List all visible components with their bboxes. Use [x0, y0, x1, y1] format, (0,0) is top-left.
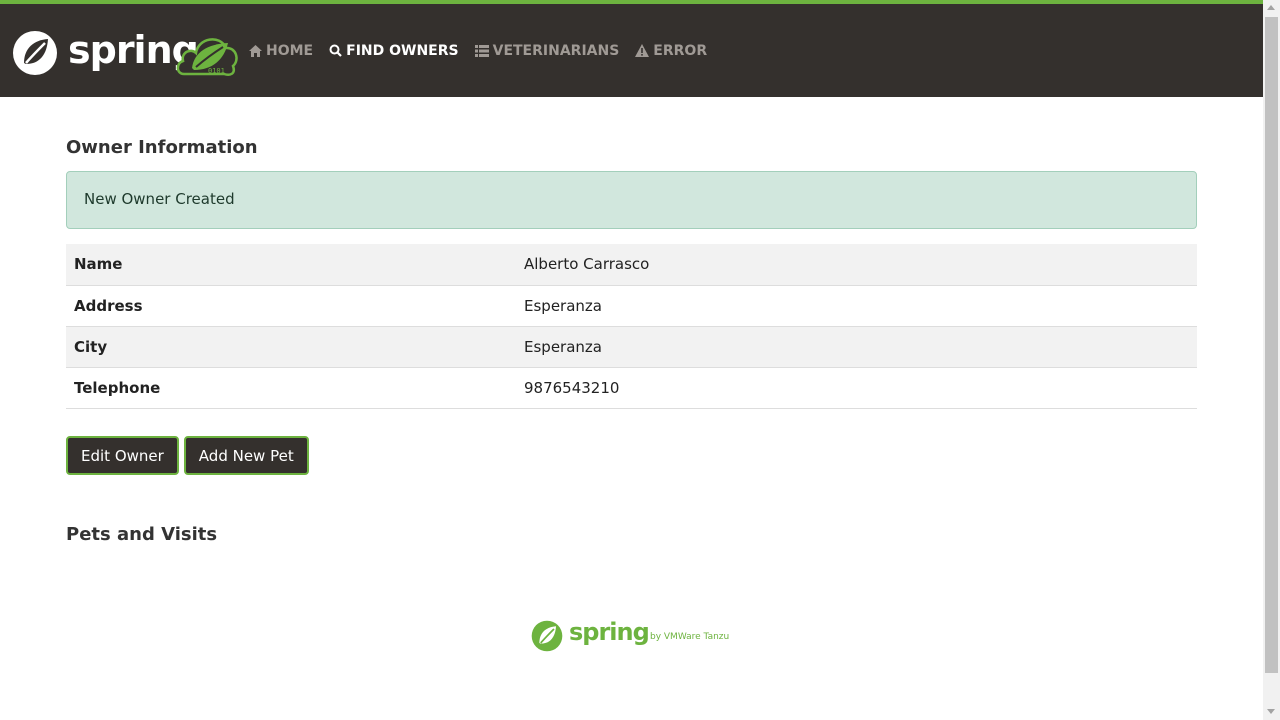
list-icon [474, 44, 489, 57]
nav-home-label: HOME [266, 42, 314, 59]
row-value: Esperanza [516, 326, 1197, 368]
row-label: Address [66, 285, 516, 327]
brand-badge-text: 0101 [208, 67, 225, 75]
row-value: 9876543210 [516, 367, 1197, 409]
success-alert: New Owner Created [66, 171, 1197, 229]
footer-logo: spring by VMWare Tanzu [531, 618, 741, 654]
row-value: Esperanza [516, 285, 1197, 327]
home-icon [249, 44, 262, 57]
search-icon [329, 44, 342, 57]
cloud-leaf-badge-icon: 0101 [176, 38, 238, 76]
row-label: Name [66, 244, 516, 286]
footer-by-text: by VMWare Tanzu [650, 632, 730, 642]
nav-error[interactable]: ERROR [635, 43, 707, 59]
warning-icon [635, 44, 650, 57]
table-row: Telephone 9876543210 [66, 367, 1197, 409]
nav-find-owners[interactable]: FIND OWNERS [329, 42, 459, 59]
nav-home[interactable]: HOME [249, 43, 313, 59]
edit-owner-button[interactable]: Edit Owner [66, 436, 179, 475]
table-row: City Esperanza [66, 326, 1197, 368]
page: spring 0101 HOME FIND OWNERS VETERINARIA… [0, 0, 1263, 720]
spring-leaf-footer-icon [531, 620, 563, 652]
footer-logo-text: spring [569, 618, 650, 646]
scroll-up-arrow-icon[interactable] [1267, 5, 1275, 10]
nav-error-label: ERROR [653, 42, 708, 59]
scroll-thumb[interactable] [1265, 17, 1278, 673]
row-value: Alberto Carrasco [516, 244, 1197, 286]
pets-and-visits-heading: Pets and Visits [66, 524, 218, 545]
nav-veterinarians-label: VETERINARIANS [492, 42, 620, 59]
owner-details-table: Name Alberto Carrasco Address Esperanza … [66, 244, 1197, 409]
table-row: Name Alberto Carrasco [66, 244, 1197, 286]
owner-information-heading: Owner Information [66, 137, 258, 158]
nav-find-owners-label: FIND OWNERS [346, 42, 459, 59]
main-nav: HOME FIND OWNERS VETERINARIANS ERROR [249, 4, 723, 97]
row-label: Telephone [66, 367, 516, 409]
vertical-scrollbar[interactable] [1263, 0, 1280, 720]
spring-leaf-icon [13, 31, 57, 75]
row-label: City [66, 326, 516, 368]
table-row: Address Esperanza [66, 285, 1197, 327]
scroll-down-arrow-icon[interactable] [1267, 709, 1275, 714]
navbar: spring 0101 HOME FIND OWNERS VETERINARIA… [0, 4, 1263, 97]
brand-logo[interactable]: spring 0101 [12, 28, 240, 78]
add-new-pet-button[interactable]: Add New Pet [183, 436, 309, 475]
nav-veterinarians[interactable]: VETERINARIANS [474, 42, 620, 59]
owner-actions: Edit Owner Add New Pet [66, 436, 314, 475]
